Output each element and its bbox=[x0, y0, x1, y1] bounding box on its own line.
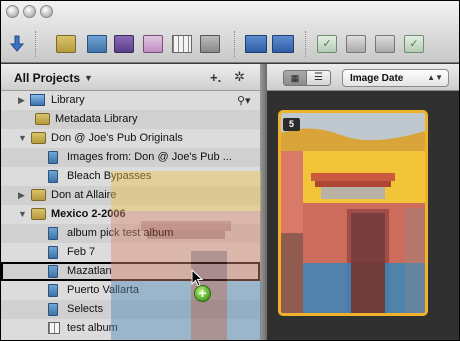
sidebar-item-label: Images from: Don @ Joe's Pub ... bbox=[67, 151, 232, 163]
projects-panel-header: All Projects ▼ +. ✲ bbox=[1, 64, 260, 91]
album-icon bbox=[48, 151, 58, 164]
sidebar-item-feb-7[interactable]: Feb 7 bbox=[1, 243, 260, 262]
new-web-gallery-icon[interactable] bbox=[200, 35, 220, 53]
album-icon bbox=[48, 265, 58, 278]
search-icon[interactable]: ⚲▾ bbox=[237, 94, 251, 107]
album-icon bbox=[48, 303, 58, 316]
sidebar-item-label: Feb 7 bbox=[67, 246, 96, 258]
sidebar-item-album-pick-test-album[interactable]: album pick test album bbox=[1, 224, 260, 243]
projects-panel: All Projects ▼ +. ✲ ▶ Library ⚲▾ Metadat… bbox=[1, 64, 260, 340]
toolbar: ✓ ✓ bbox=[1, 1, 459, 63]
sidebar-item-don-at-allaire[interactable]: ▶ Don at Allaire bbox=[1, 186, 260, 205]
sidebar-item-label: Bleach Bypasses bbox=[67, 170, 152, 182]
approve-icon[interactable]: ✓ bbox=[317, 35, 337, 53]
sidebar-item-test-album[interactable]: test album bbox=[1, 319, 260, 338]
new-light-table-icon[interactable] bbox=[143, 35, 163, 53]
project-icon bbox=[31, 132, 46, 144]
sidebar-item-label: Mazatlan bbox=[67, 265, 112, 277]
rotate-left-icon[interactable] bbox=[346, 35, 366, 53]
aperture-window: ✓ ✓ All Projects ▼ +. ✲ ▶ Library ⚲▾ Met… bbox=[1, 1, 459, 340]
sidebar-item-don-joes-pub-originals[interactable]: ▼ Don @ Joe's Pub Originals bbox=[1, 129, 260, 148]
browser-panel: ▦ ☰ Image Date ▲▼ 5 bbox=[267, 64, 459, 340]
new-smart-album-icon[interactable] bbox=[114, 35, 134, 53]
sidebar-item-label: Metadata Library bbox=[55, 113, 138, 125]
sidebar-item-selects[interactable]: Selects bbox=[1, 300, 260, 319]
sidebar-item-label: Library bbox=[51, 94, 85, 106]
sidebar-item-label: Don @ Joe's Pub Originals bbox=[51, 132, 183, 144]
album-icon bbox=[48, 170, 58, 183]
disclosure-right-icon[interactable]: ▶ bbox=[18, 190, 25, 201]
sidebar-item-label: Mexico 2-2006 bbox=[51, 208, 126, 220]
panel-splitter[interactable] bbox=[260, 64, 267, 340]
sidebar-item-mazatlan[interactable]: Mazatlan bbox=[1, 262, 260, 281]
import-arrow-icon[interactable] bbox=[9, 35, 25, 53]
building-photo bbox=[281, 113, 425, 313]
sidebar-item-label: album pick test album bbox=[67, 227, 174, 239]
rotate-right-icon[interactable] bbox=[375, 35, 395, 53]
sidebar-item-mexico-2-2006[interactable]: ▼ Mexico 2-2006 bbox=[1, 205, 260, 224]
library-icon bbox=[30, 94, 45, 106]
compare-icon[interactable] bbox=[272, 35, 294, 53]
light-table-icon bbox=[48, 322, 60, 334]
stack-icon[interactable] bbox=[245, 35, 267, 53]
browser-header: ▦ ☰ Image Date ▲▼ bbox=[267, 64, 459, 91]
album-icon bbox=[48, 284, 58, 297]
sidebar-item-library[interactable]: ▶ Library ⚲▾ bbox=[1, 91, 260, 110]
sidebar-item-label: Puerto Vallarta bbox=[67, 284, 139, 296]
check-icon[interactable]: ✓ bbox=[404, 35, 424, 53]
project-icon bbox=[31, 189, 46, 201]
new-book-icon[interactable] bbox=[87, 35, 107, 53]
album-icon bbox=[48, 227, 58, 240]
chevron-updown-icon: ▲▼ bbox=[427, 73, 443, 82]
sidebar-item-label: test album bbox=[67, 322, 118, 334]
sidebar-item-bleach-bypasses[interactable]: Bleach Bypasses bbox=[1, 167, 260, 186]
sidebar-item-puerto-vallarta[interactable]: Puerto Vallarta bbox=[1, 281, 260, 300]
grid-view-button[interactable]: ▦ bbox=[283, 70, 307, 86]
sidebar-item-images-from-don[interactable]: Images from: Don @ Joe's Pub ... bbox=[1, 148, 260, 167]
project-icon bbox=[35, 113, 50, 125]
disclosure-right-icon[interactable]: ▶ bbox=[18, 95, 25, 106]
project-icon bbox=[31, 208, 46, 220]
disclosure-down-icon[interactable]: ▼ bbox=[18, 133, 27, 143]
zoom-window-button[interactable] bbox=[40, 5, 53, 18]
stack-count-badge[interactable]: 5 bbox=[283, 118, 300, 131]
chevron-down-icon[interactable]: ▼ bbox=[84, 73, 93, 83]
sidebar-item-label: Don at Allaire bbox=[51, 189, 117, 201]
album-icon bbox=[48, 246, 58, 259]
sidebar-item-label: Selects bbox=[67, 303, 104, 315]
add-item-icon[interactable]: +. bbox=[210, 70, 221, 85]
add-plus-icon: + bbox=[194, 285, 211, 302]
close-window-button[interactable] bbox=[6, 5, 19, 18]
gear-icon[interactable]: ✲ bbox=[234, 69, 245, 85]
disclosure-down-icon[interactable]: ▼ bbox=[18, 209, 27, 219]
sidebar-item-metadata-library[interactable]: Metadata Library bbox=[1, 110, 260, 129]
new-project-icon[interactable] bbox=[56, 35, 76, 53]
minimize-window-button[interactable] bbox=[23, 5, 36, 18]
all-projects-menu[interactable]: All Projects bbox=[14, 71, 80, 85]
image-thumbnail[interactable] bbox=[278, 110, 428, 316]
sort-select-value: Image Date bbox=[350, 73, 404, 84]
list-view-button[interactable]: ☰ bbox=[307, 70, 331, 86]
new-album-icon[interactable] bbox=[172, 35, 192, 53]
sort-select[interactable]: Image Date ▲▼ bbox=[342, 69, 449, 87]
